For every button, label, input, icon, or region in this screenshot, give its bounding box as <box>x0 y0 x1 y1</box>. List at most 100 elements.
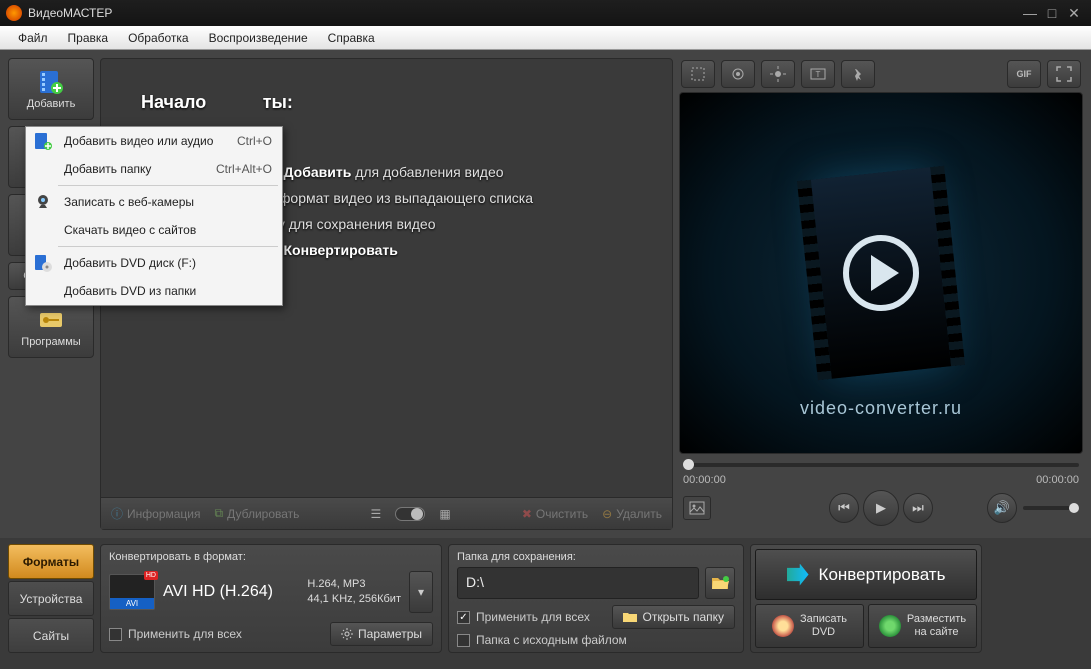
film-plus-icon <box>37 68 65 96</box>
folder-open-icon <box>711 576 729 590</box>
time-current: 00:00:00 <box>683 474 726 486</box>
format-apply-all-checkbox[interactable] <box>109 628 122 641</box>
clear-icon: ✖ <box>522 507 532 521</box>
sidebar-add-label: Добавить <box>27 98 76 110</box>
info-button[interactable]: ⓘИнформация <box>111 505 201 522</box>
convert-button[interactable]: Конвертировать <box>755 549 977 600</box>
preview-screen[interactable]: video-converter.ru <box>679 92 1083 454</box>
film-plus-icon <box>30 132 56 150</box>
enhance-tool-button[interactable] <box>721 60 755 88</box>
avi-badge: AVI <box>110 598 154 609</box>
time-total: 00:00:00 <box>1036 474 1079 486</box>
close-button[interactable]: ✕ <box>1063 4 1085 22</box>
preview-panel: T GIF video-converter.ru 00:00:00 00:00:… <box>679 58 1083 530</box>
tab-sites[interactable]: Сайты <box>8 618 94 653</box>
dvd-icon <box>30 254 56 272</box>
dropdown-item-add-file[interactable]: Добавить видео или аудио Ctrl+O <box>26 127 282 155</box>
format-apply-all-label: Применить для всех <box>128 627 324 641</box>
format-panel-title: Конвертировать в формат: <box>109 551 433 563</box>
dropdown-item-dvd-disc[interactable]: Добавить DVD диск (F:) <box>26 249 282 277</box>
output-panel-title: Папка для сохранения: <box>457 551 735 563</box>
running-icon <box>850 66 866 82</box>
format-details: H.264, MP3 44,1 KHz, 256Кбит <box>307 577 401 607</box>
tab-formats[interactable]: Форматы <box>8 544 94 579</box>
tab-devices[interactable]: Устройства <box>8 581 94 616</box>
volume-button[interactable]: 🔊 <box>987 493 1017 523</box>
maximize-button[interactable]: □ <box>1041 4 1063 22</box>
format-thumbnail: HD AVI <box>109 574 155 610</box>
folder-icon <box>623 612 637 623</box>
crop-icon <box>690 66 706 82</box>
parameters-button[interactable]: Параметры <box>330 622 433 646</box>
svg-text:T: T <box>816 70 821 79</box>
menu-edit[interactable]: Правка <box>58 28 119 48</box>
image-icon <box>689 501 705 515</box>
brightness-tool-button[interactable] <box>761 60 795 88</box>
seek-slider[interactable] <box>679 456 1083 474</box>
menu-playback[interactable]: Воспроизведение <box>199 28 318 48</box>
gif-tool-button[interactable]: GIF <box>1007 60 1041 88</box>
dropdown-item-add-folder[interactable]: Добавить папку Ctrl+Alt+O <box>26 155 282 183</box>
fullscreen-icon <box>1056 66 1072 82</box>
burn-dvd-button[interactable]: ЗаписатьDVD <box>755 604 864 648</box>
dropdown-separator <box>58 185 278 186</box>
prev-button[interactable]: ⏮ <box>829 493 859 523</box>
menu-help[interactable]: Справка <box>318 28 385 48</box>
format-name: AVI HD (H.264) <box>163 583 299 601</box>
hd-badge: HD <box>144 571 158 580</box>
output-apply-all-label: Применить для всех <box>476 610 606 624</box>
output-apply-all-checkbox[interactable] <box>457 611 470 624</box>
convert-arrow-icon <box>787 564 809 586</box>
speaker-icon: 🔊 <box>994 500 1010 516</box>
list-toolbar: ⓘИнформация ⧉Дублировать ☰ ▦ ✖Очистить ⊖… <box>101 497 672 529</box>
play-overlay-icon <box>843 235 919 311</box>
dropdown-item-dvd-folder[interactable]: Добавить DVD из папки <box>26 277 282 305</box>
fullscreen-tool-button[interactable] <box>1047 60 1081 88</box>
view-list-button[interactable]: ☰ <box>371 507 382 521</box>
menubar: Файл Правка Обработка Воспроизведение Сп… <box>0 26 1091 50</box>
dropdown-separator <box>58 246 278 247</box>
minimize-button[interactable]: — <box>1019 4 1041 22</box>
window-title: ВидеоМАСТЕР <box>28 6 1019 20</box>
bottom-bar: Форматы Устройства Сайты Конвертировать … <box>0 538 1091 661</box>
dropdown-item-webcam[interactable]: Записать с веб-камеры <box>26 188 282 216</box>
gear-icon <box>341 628 353 640</box>
output-tabs: Форматы Устройства Сайты <box>8 544 94 653</box>
grid-icon: ▦ <box>439 507 450 521</box>
webcam-icon <box>30 194 56 210</box>
volume-slider[interactable] <box>1023 506 1079 510</box>
format-dropdown-button[interactable]: ▾ <box>409 571 433 613</box>
view-grid-button[interactable]: ▦ <box>439 507 450 521</box>
sidebar-programs-label: Программы <box>21 336 80 348</box>
dropdown-item-download[interactable]: Скачать видео с сайтов <box>26 216 282 244</box>
titlebar: ВидеоМАСТЕР — □ ✕ <box>0 0 1091 26</box>
disc-icon <box>772 615 794 637</box>
speed-tool-button[interactable] <box>841 60 875 88</box>
brand-label: video-converter.ru <box>800 398 962 419</box>
copy-icon: ⧉ <box>215 506 224 521</box>
duplicate-button[interactable]: ⧉Дублировать <box>215 506 300 521</box>
same-as-source-label: Папка с исходным файлом <box>476 633 627 647</box>
output-path-field[interactable]: D:\ <box>457 567 699 599</box>
playback-controls: ⏮ ▶ ⏭ 🔊 <box>679 486 1083 530</box>
sidebar-add-button[interactable]: Добавить <box>8 58 94 120</box>
snapshot-button[interactable] <box>683 496 711 520</box>
delete-button[interactable]: ⊖Удалить <box>602 507 662 521</box>
menu-file[interactable]: Файл <box>8 28 58 48</box>
clear-button[interactable]: ✖Очистить <box>522 507 588 521</box>
crop-tool-button[interactable] <box>681 60 715 88</box>
publish-button[interactable]: Разместитьна сайте <box>868 604 977 648</box>
gif-icon: GIF <box>1017 69 1032 79</box>
chevron-down-icon: ▾ <box>418 585 424 599</box>
open-folder-button[interactable]: Открыть папку <box>612 605 735 629</box>
text-tool-button[interactable]: T <box>801 60 835 88</box>
next-button[interactable]: ⏭ <box>903 493 933 523</box>
view-toggle[interactable] <box>395 507 425 521</box>
play-button[interactable]: ▶ <box>863 490 899 526</box>
menu-process[interactable]: Обработка <box>118 28 199 48</box>
same-as-source-checkbox[interactable] <box>457 634 470 647</box>
guide-heading: Начало работты: <box>141 89 632 115</box>
key-package-icon <box>37 306 65 334</box>
browse-folder-button[interactable] <box>705 567 735 599</box>
time-display: 00:00:00 00:00:00 <box>679 474 1083 486</box>
